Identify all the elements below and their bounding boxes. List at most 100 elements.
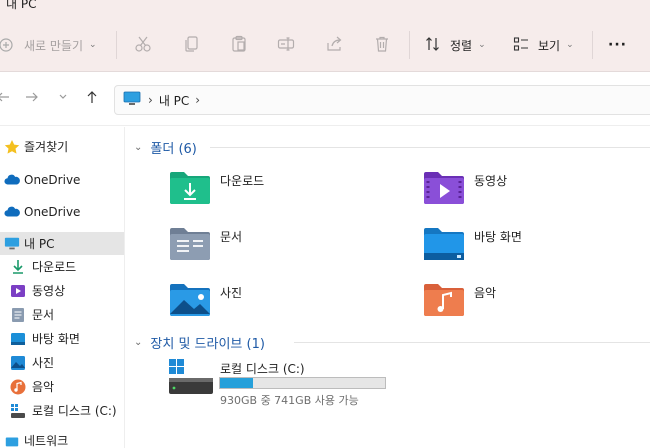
new-label: 새로 만들기 [24,38,84,53]
more-button[interactable]: ··· [608,18,627,72]
folder-tile-videos[interactable]: 동영상 [422,168,650,208]
sidebar-item-label: OneDrive [24,204,81,219]
chevron-down-icon: ⌄ [478,40,486,50]
download-folder-icon [168,168,212,206]
folders-section-header[interactable]: ⌄ 폴더 (6) [134,138,197,157]
sidebar-item-label: 즐겨찾기 [24,140,69,154]
up-icon[interactable] [85,90,99,108]
cloud-icon [4,172,20,188]
view-label: 보기 [538,38,561,53]
plus-icon [0,37,16,53]
title-bar: 내 PC [0,0,650,18]
sidebar-item-onedrive[interactable]: OneDrive [0,200,124,223]
chevron-down-icon: ⌄ [134,142,143,153]
cut-button[interactable] [134,18,152,72]
delete-button[interactable] [373,18,391,72]
sidebar-item-label: 바탕 화면 [32,332,80,346]
paste-icon [230,35,248,56]
folder-label: 문서 [220,230,243,244]
forward-icon[interactable] [25,90,39,108]
delete-icon [373,35,391,56]
picture-icon [10,355,26,371]
folder-tile-downloads[interactable]: 다운로드 [168,168,398,208]
drive-tile-local-disk[interactable]: 로컬 디스크 (C:) 930GB 중 741GB 사용 가능 [168,356,408,407]
folder-tile-music[interactable]: 음악 [422,280,650,320]
sidebar-item-favorites[interactable]: 즐겨찾기 [0,135,124,158]
section-divider [210,147,650,148]
folder-tile-pictures[interactable]: 사진 [168,280,398,320]
sort-label: 정렬 [450,38,473,53]
section-divider [294,342,650,343]
paste-button[interactable] [230,18,248,72]
sidebar-item-this-pc[interactable]: 내 PC [0,232,124,255]
monitor-icon [123,91,141,110]
sidebar-item-label: 내 PC [24,237,55,251]
monitor-icon [4,236,20,252]
devices-section-title: 장치 및 드라이브 (1) [150,337,265,352]
rename-icon [277,35,295,56]
copy-button[interactable] [183,18,201,72]
music-folder-icon [422,280,466,318]
music-icon [10,379,26,395]
devices-section-header[interactable]: ⌄ 장치 및 드라이브 (1) [134,333,265,352]
folder-tile-documents[interactable]: 문서 [168,224,398,264]
document-folder-icon [168,224,212,262]
desktop-icon [10,331,26,347]
folder-label: 음악 [474,286,497,300]
more-icon: ··· [608,37,627,53]
sidebar-item-local-disk[interactable]: 로컬 디스크 (C:) [0,399,124,422]
network-icon [4,433,20,448]
chevron-right-icon[interactable]: › [148,93,153,107]
folder-label: 바탕 화면 [474,230,522,244]
recent-chevron-icon[interactable] [58,90,68,108]
drive-usage-fill [220,378,253,388]
folder-label: 다운로드 [220,174,265,188]
video-folder-icon [422,168,466,206]
folder-label: 사진 [220,286,243,300]
breadcrumb-this-pc[interactable]: 내 PC [159,92,189,109]
share-button[interactable] [326,18,344,72]
chevron-down-icon: ⌄ [566,40,574,50]
address-bar[interactable]: › 내 PC › [114,85,650,115]
sidebar-item-label: 사진 [32,356,55,370]
sidebar-item-videos[interactable]: 동영상 [0,279,124,302]
sort-button[interactable]: 정렬 ⌄ [425,18,486,72]
sidebar-item-downloads[interactable]: 다운로드 [0,255,124,278]
sidebar-item-label: 다운로드 [32,260,77,274]
sidebar-item-desktop[interactable]: 바탕 화면 [0,327,124,350]
sort-icon [425,36,441,55]
folder-tile-desktop[interactable]: 바탕 화면 [422,224,650,264]
document-icon [10,307,26,323]
toolbar-divider [409,31,410,59]
sidebar-item-label: 네트워크 [24,434,69,448]
sidebar-item-network[interactable]: 네트워크 [0,429,124,448]
folders-section-title: 폴더 (6) [150,142,197,157]
sidebar-item-pictures[interactable]: 사진 [0,351,124,374]
window-title: 내 PC [6,0,37,11]
cloud-icon [4,204,20,220]
sidebar-item-documents[interactable]: 문서 [0,303,124,326]
desktop-folder-icon [422,224,466,262]
cut-icon [134,35,152,56]
sidebar-item-label: 로컬 디스크 (C:) [32,404,117,418]
view-button[interactable]: 보기 ⌄ [513,18,574,72]
share-icon [326,35,344,56]
command-bar: 새로 만들기 ⌄ 정렬 ⌄ 보기 ⌄ ··· [0,18,650,72]
back-icon[interactable] [0,90,10,108]
drive-usage-bar [219,377,386,389]
chevron-right-icon[interactable]: › [195,93,200,107]
copy-icon [183,35,201,56]
sidebar-item-music[interactable]: 음악 [0,375,124,398]
chevron-down-icon: ⌄ [89,40,97,50]
new-button[interactable]: 새로 만들기 ⌄ [0,18,97,72]
toolbar-divider [592,31,593,59]
sidebar-item-label: 문서 [32,308,55,322]
hard-drive-icon [168,358,213,396]
star-icon [4,139,20,155]
rename-button[interactable] [277,18,295,72]
sidebar-item-label: 음악 [32,380,55,394]
navigation-pane: 즐겨찾기 OneDrive OneDrive 내 PC 다운로드 동영상 문서 … [0,127,125,448]
drive-icon [10,403,26,419]
sidebar-item-label: 동영상 [32,284,66,298]
sidebar-item-onedrive[interactable]: OneDrive [0,168,124,191]
